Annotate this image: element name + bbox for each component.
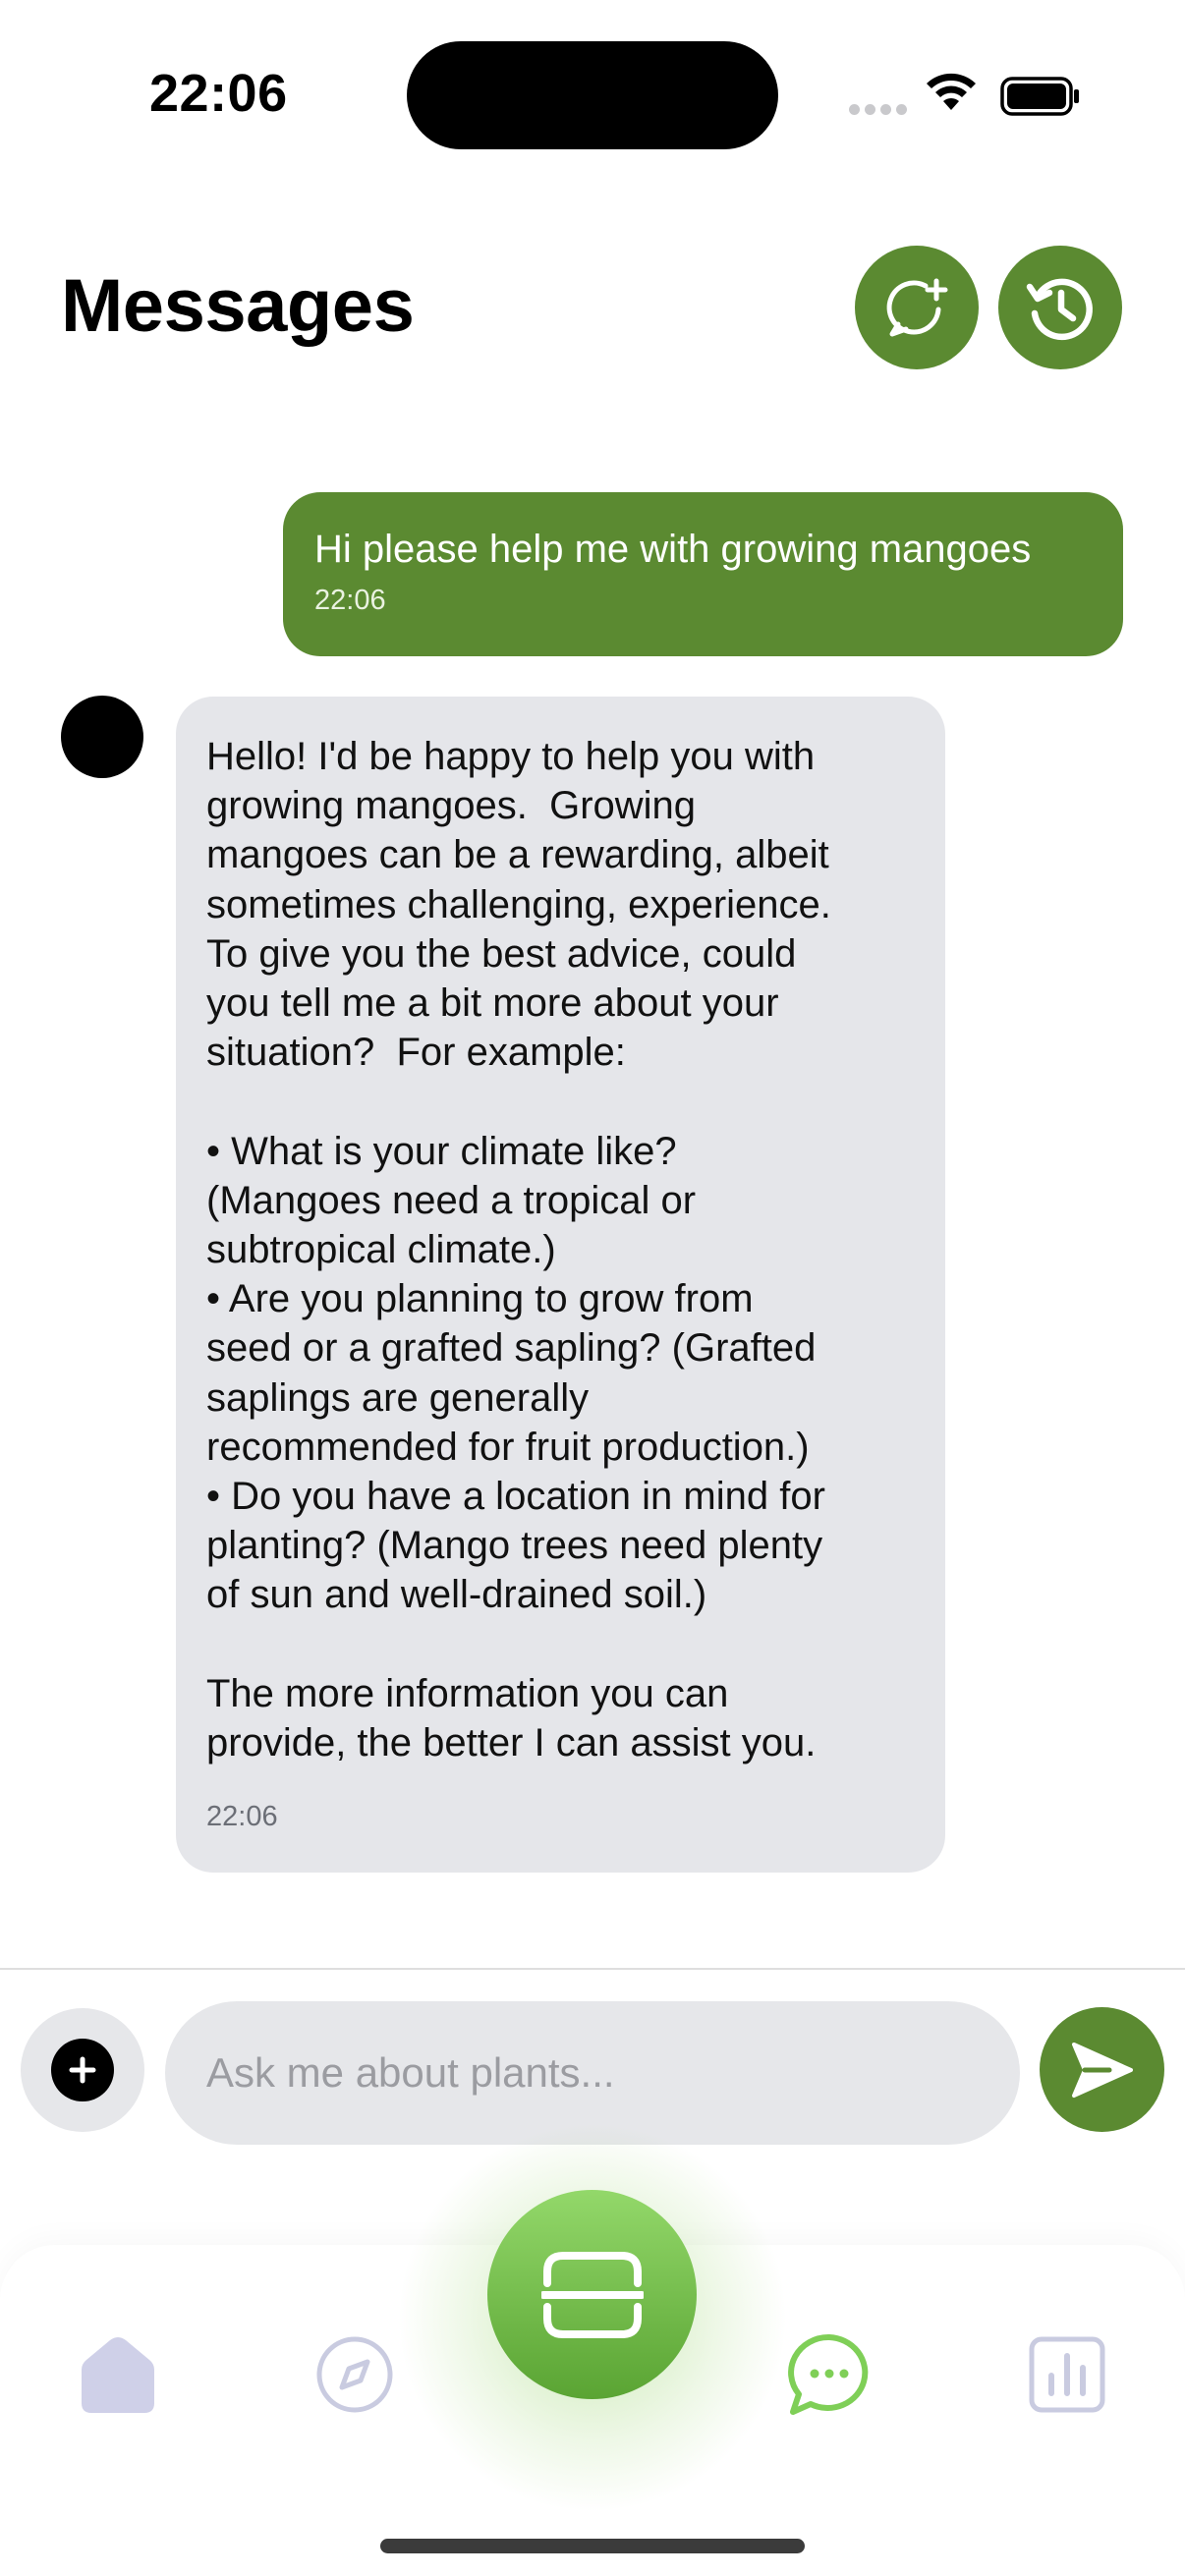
tab-stats[interactable] [1008,2316,1126,2434]
message-time: 22:06 [314,585,386,616]
assistant-message-bubble: Hello! I'd be happy to help you with gro… [176,697,945,1873]
assistant-avatar [61,696,143,778]
scan-button[interactable] [487,2190,697,2399]
chat-bubble-plus-icon [886,278,948,337]
chat-icon [788,2333,869,2415]
composer-divider [0,1968,1185,1970]
new-chat-button[interactable] [855,246,979,369]
battery-icon [1000,77,1079,116]
send-icon [1071,2042,1133,2098]
compass-icon [316,2336,393,2413]
home-indicator[interactable] [380,2539,805,2553]
history-clock-icon [1026,278,1093,341]
message-text: Hi please help me with growing mangoes [314,528,1032,571]
history-button[interactable] [998,246,1122,369]
plus-icon [51,2039,114,2101]
attach-button[interactable] [21,2008,144,2132]
send-button[interactable] [1040,2007,1164,2132]
wifi-icon [927,73,976,110]
status-time: 22:06 [149,64,288,123]
page-title: Messages [61,264,415,348]
scan-icon [540,2251,644,2338]
message-time: 22:06 [206,1801,278,1833]
dynamic-island [407,41,778,149]
message-text: Hello! I'd be happy to help you with gro… [206,735,831,1765]
user-message-bubble: Hi please help me with growing mangoes 2… [283,492,1123,656]
tab-chat[interactable] [770,2316,888,2434]
cellular-signal-icon [849,104,907,115]
home-icon [82,2337,154,2413]
stats-icon [1029,2336,1105,2413]
tab-home[interactable] [59,2316,177,2434]
tab-explore[interactable] [296,2316,414,2434]
